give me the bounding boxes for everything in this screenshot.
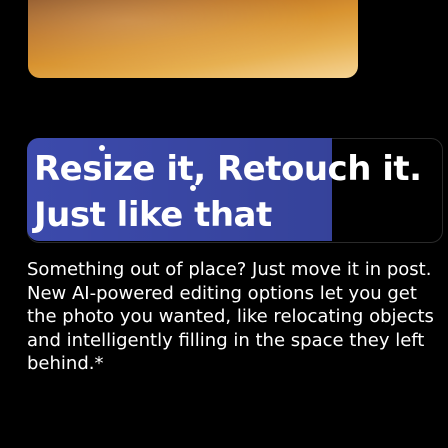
headline-line-2: Just like that xyxy=(34,195,272,235)
feature-description: Something out of place? Just move it in … xyxy=(27,259,434,374)
hero-photo xyxy=(0,0,448,88)
photo-preview xyxy=(28,0,358,78)
headline-line-1: Resize it, Retouch it. xyxy=(34,149,422,189)
